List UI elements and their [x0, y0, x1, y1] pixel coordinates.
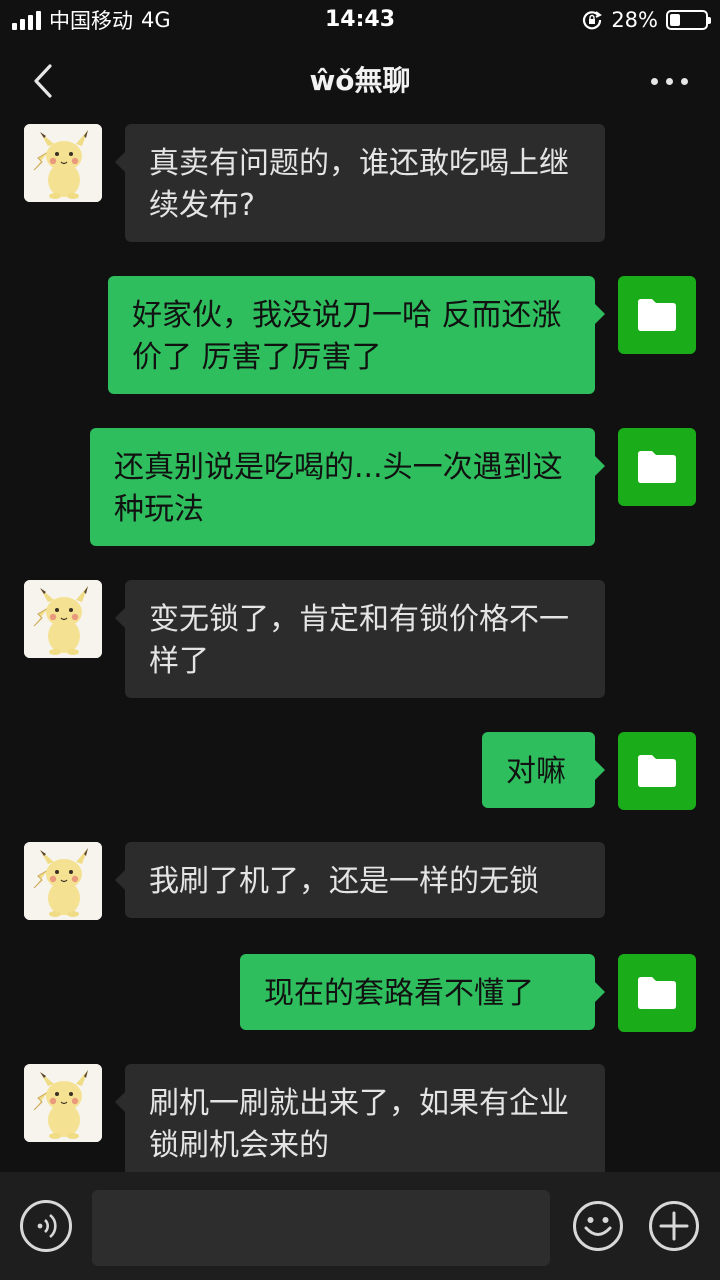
message-outgoing: 还真别说是吃喝的...头一次遇到这种玩法: [0, 428, 720, 546]
message-bubble[interactable]: 对嘛: [482, 732, 605, 808]
message-outgoing: 现在的套路看不懂了: [0, 954, 720, 1032]
plus-icon[interactable]: [648, 1200, 700, 1252]
message-incoming: 真卖有问题的，谁还敢吃喝上继续发布?: [0, 124, 720, 242]
battery-icon: [666, 10, 711, 30]
message-bubble[interactable]: 现在的套路看不懂了: [240, 954, 605, 1030]
message-bubble[interactable]: 刷机一刷就出来了，如果有企业锁刷机会来的: [115, 1064, 605, 1172]
input-bar: [0, 1172, 720, 1280]
message-input[interactable]: [92, 1190, 550, 1266]
battery-percent: 28%: [611, 8, 658, 32]
message-bubble[interactable]: 变无锁了，肯定和有锁价格不一样了: [115, 580, 605, 698]
chat-header: ŵǒ無聊: [0, 40, 720, 122]
folder-icon[interactable]: [618, 732, 696, 810]
message-outgoing: 对嘛: [0, 732, 720, 810]
message-bubble[interactable]: 我刷了机了，还是一样的无锁: [115, 842, 605, 918]
avatar[interactable]: [24, 580, 102, 658]
message-incoming: 我刷了机了，还是一样的无锁: [0, 842, 720, 920]
folder-icon[interactable]: [618, 428, 696, 506]
message-incoming: 变无锁了，肯定和有锁价格不一样了: [0, 580, 720, 698]
status-right: 28%: [581, 6, 711, 34]
message-bubble[interactable]: 真卖有问题的，谁还敢吃喝上继续发布?: [115, 124, 605, 242]
avatar[interactable]: [24, 1064, 102, 1142]
avatar[interactable]: [24, 124, 102, 202]
chat-title: ŵǒ無聊: [309, 64, 411, 97]
more-dots-icon[interactable]: [644, 68, 694, 94]
message-bubble[interactable]: 好家伙，我没说刀一哈 反而还涨价了 厉害了厉害了: [108, 276, 605, 394]
folder-icon[interactable]: [618, 954, 696, 1032]
message-bubble[interactable]: 还真别说是吃喝的...头一次遇到这种玩法: [90, 428, 605, 546]
message-outgoing: 好家伙，我没说刀一哈 反而还涨价了 厉害了厉害了: [0, 276, 720, 394]
orientation-lock-icon: [583, 11, 603, 30]
folder-icon[interactable]: [618, 276, 696, 354]
status-bar: 中国移动 4G 14:43 28%: [0, 0, 720, 40]
avatar[interactable]: [24, 842, 102, 920]
voice-icon[interactable]: [20, 1200, 72, 1252]
emoji-icon[interactable]: [572, 1200, 624, 1252]
message-list[interactable]: 真卖有问题的，谁还敢吃喝上继续发布? 好家伙，我没说刀一哈 反而还涨价了 厉害了…: [0, 122, 720, 1172]
message-incoming: 刷机一刷就出来了，如果有企业锁刷机会来的: [0, 1064, 720, 1172]
